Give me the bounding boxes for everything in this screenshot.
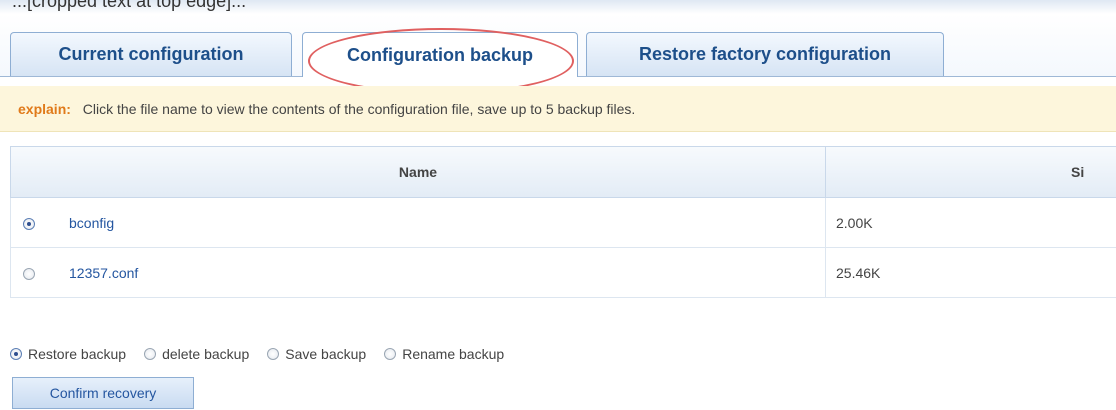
table-row: 12357.conf 25.46K — [10, 248, 1116, 298]
tab-bar: Current configuration Configuration back… — [0, 14, 1116, 77]
column-header-name: Name — [11, 147, 826, 197]
radio-unchecked-icon — [144, 348, 157, 360]
confirm-recovery-button[interactable]: Confirm recovery — [12, 377, 194, 409]
file-name-link[interactable]: 12357.conf — [69, 248, 138, 298]
tab-current-configuration[interactable]: Current configuration — [10, 32, 292, 76]
file-size: 25.46K — [825, 248, 1116, 297]
option-label: Rename backup — [402, 346, 505, 362]
file-name-link[interactable]: bconfig — [69, 198, 114, 248]
row-select-radio[interactable] — [23, 265, 35, 283]
action-options: Restore backup delete backup Save backup… — [10, 346, 522, 362]
row-select-radio[interactable] — [23, 215, 35, 233]
tab-label: Current configuration — [58, 44, 244, 64]
tab-restore-factory-configuration[interactable]: Restore factory configuration — [586, 32, 944, 76]
tab-label: Restore factory configuration — [638, 44, 892, 64]
radio-unchecked-icon — [384, 348, 397, 360]
radio-unchecked-icon — [23, 267, 35, 280]
option-save-backup[interactable]: Save backup — [267, 346, 366, 362]
radio-unchecked-icon — [267, 348, 280, 360]
option-rename-backup[interactable]: Rename backup — [384, 346, 504, 362]
table-row: bconfig 2.00K — [10, 198, 1116, 248]
explain-text: Click the file name to view the contents… — [82, 101, 636, 117]
top-cropped-text: ...[cropped text at top edge]... — [12, 0, 247, 11]
explain-banner: explain: Click the file name to view the… — [0, 86, 1116, 132]
option-label: Save backup — [285, 346, 367, 362]
tab-configuration-backup[interactable]: Configuration backup — [302, 32, 578, 77]
option-label: Restore backup — [28, 346, 127, 362]
option-label: delete backup — [162, 346, 250, 362]
top-cropped-strip: ...[cropped text at top edge]... — [0, 0, 1116, 14]
column-header-size: Si — [1071, 164, 1085, 180]
backup-table: Name Si bconfig 2.00K 12357.conf 25.46K — [10, 146, 1116, 304]
radio-checked-icon — [23, 217, 35, 230]
table-header: Name Si — [10, 146, 1116, 198]
explain-label: explain: — [18, 101, 71, 117]
option-delete-backup[interactable]: delete backup — [144, 346, 249, 362]
file-size: 2.00K — [825, 198, 1116, 247]
radio-checked-icon — [10, 348, 22, 360]
tab-label: Configuration backup — [347, 44, 533, 65]
option-restore-backup[interactable]: Restore backup — [10, 346, 126, 362]
